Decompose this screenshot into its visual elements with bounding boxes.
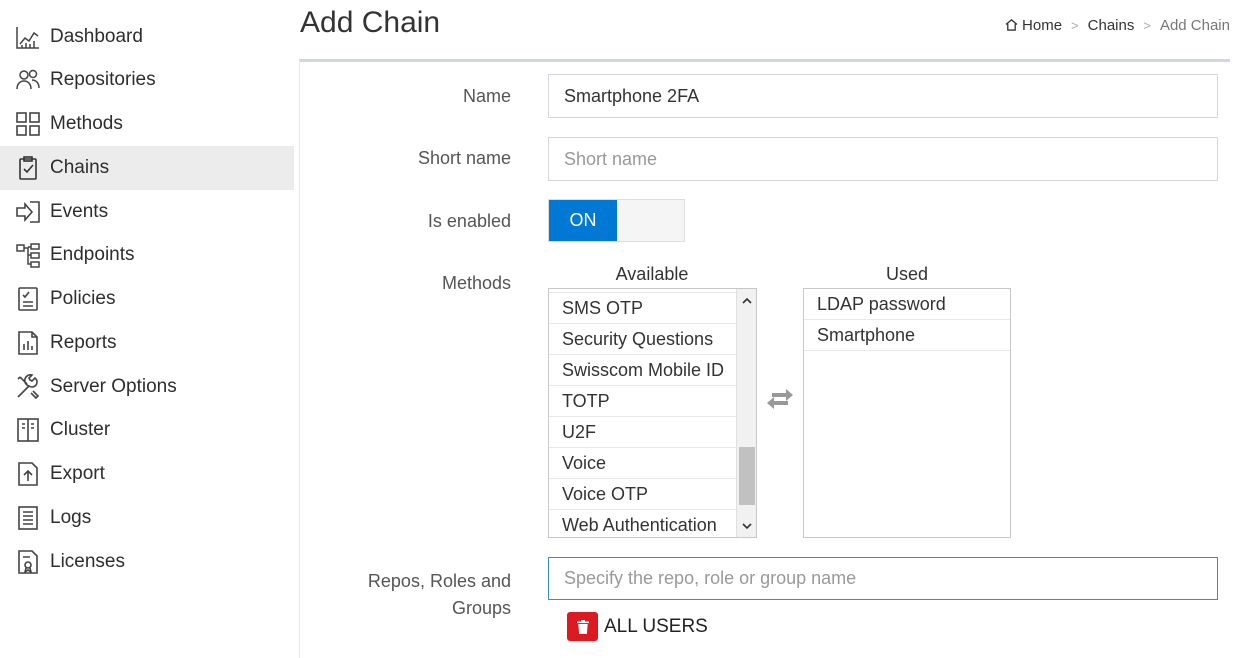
repos-roles-groups-label: Repos, Roles and Groups (301, 568, 511, 622)
checklist-icon (14, 285, 42, 313)
export-icon (14, 460, 42, 488)
list-item[interactable]: Web Authentication (549, 510, 737, 537)
short-name-label: Short name (417, 148, 511, 168)
sidebar-item-label: Chains (50, 157, 110, 178)
scroll-up-icon[interactable] (737, 291, 756, 309)
available-methods-list[interactable]: SMS OTP Security Questions Swisscom Mobi… (548, 288, 757, 538)
page-title: Add Chain (300, 6, 441, 39)
license-icon (14, 548, 42, 576)
sidebar-item-repositories[interactable]: Repositories (0, 58, 294, 102)
sidebar-item-label: Endpoints (50, 244, 135, 265)
sidebar-item-label: Export (50, 463, 105, 484)
sidebar-item-label: Events (50, 201, 109, 222)
name-input[interactable] (548, 74, 1218, 118)
sidebar-item-chains[interactable]: Chains (0, 146, 294, 190)
sidebar-item-reports[interactable]: Reports (0, 321, 294, 365)
tag-label: ALL USERS (604, 615, 708, 637)
is-enabled-label: Is enabled (427, 211, 511, 231)
list-item[interactable]: Swisscom Mobile ID (549, 355, 737, 386)
sidebar-item-label: Server Options (50, 376, 177, 397)
is-enabled-toggle[interactable]: ON (548, 199, 685, 242)
report-icon (14, 329, 42, 357)
name-label: Name (462, 86, 511, 106)
sidebar: Dashboard Repositories Methods Chains Ev… (0, 0, 294, 658)
breadcrumb-home-label: Home (1022, 17, 1063, 34)
delete-tag-button[interactable] (567, 612, 598, 641)
clipboard-check-icon (14, 154, 42, 182)
sidebar-item-label: Policies (50, 288, 116, 309)
breadcrumb-current: Add Chain (1159, 17, 1230, 34)
breadcrumb-separator: > (1143, 18, 1151, 33)
sidebar-item-policies[interactable]: Policies (0, 277, 294, 321)
sidebar-item-server-options[interactable]: Server Options (0, 365, 294, 409)
breadcrumb-chains[interactable]: Chains (1088, 17, 1135, 34)
toggle-off-half (617, 200, 684, 241)
sidebar-item-export[interactable]: Export (0, 452, 294, 496)
breadcrumb: Home > Chains > Add Chain (1005, 17, 1230, 34)
list-item[interactable]: SMS OTP (549, 293, 737, 324)
list-item[interactable]: Voice OTP (549, 479, 737, 510)
repos-label-line1: Repos, Roles and (367, 571, 511, 591)
available-title: Available (615, 264, 689, 284)
list-item[interactable]: Security Questions (549, 324, 737, 355)
sidebar-item-label: Methods (50, 113, 123, 134)
sidebar-item-logs[interactable]: Logs (0, 496, 294, 540)
sign-in-icon (14, 198, 42, 226)
used-methods-list[interactable]: LDAP password Smartphone (803, 288, 1011, 538)
list-item[interactable]: LDAP password (804, 289, 1010, 320)
list-item[interactable]: Smartphone (804, 320, 1010, 351)
users-icon (14, 66, 42, 94)
selected-tag: ALL USERS (567, 612, 708, 641)
used-title: Used (885, 264, 929, 284)
cluster-icon (14, 416, 42, 444)
list-item[interactable]: TOTP (549, 386, 737, 417)
available-methods-items: SMS OTP Security Questions Swisscom Mobi… (549, 289, 737, 537)
list-item[interactable]: Voice (549, 448, 737, 479)
breadcrumb-separator: > (1071, 18, 1079, 33)
log-icon (14, 504, 42, 532)
toggle-on-state: ON (549, 200, 617, 241)
swap-icon[interactable] (766, 388, 794, 410)
methods-label: Methods (441, 273, 511, 293)
grid-icon (14, 110, 42, 138)
sidebar-item-endpoints[interactable]: Endpoints (0, 233, 294, 277)
sidebar-item-label: Logs (50, 507, 92, 528)
sidebar-item-label: Licenses (50, 551, 125, 572)
scroll-thumb[interactable] (739, 447, 755, 505)
repos-label-line2: Groups (451, 598, 511, 618)
dashboard-icon (14, 23, 42, 51)
repos-search-input[interactable] (548, 557, 1218, 600)
sidebar-item-cluster[interactable]: Cluster (0, 408, 294, 452)
list-item[interactable]: U2F (549, 417, 737, 448)
breadcrumb-home[interactable]: Home (1005, 17, 1062, 34)
sidebar-item-label: Repositories (50, 69, 156, 90)
sidebar-item-label: Reports (50, 332, 117, 353)
sidebar-item-events[interactable]: Events (0, 190, 294, 234)
sidebar-item-label: Dashboard (50, 26, 143, 47)
sidebar-item-label: Cluster (50, 419, 111, 440)
available-scrollbar[interactable] (736, 289, 756, 537)
tools-icon (14, 373, 42, 401)
scroll-down-icon[interactable] (737, 517, 756, 535)
sitemap-icon (14, 241, 42, 269)
trash-icon (576, 619, 589, 634)
sidebar-item-licenses[interactable]: Licenses (0, 540, 294, 584)
sidebar-item-methods[interactable]: Methods (0, 102, 294, 146)
short-name-input[interactable] (548, 137, 1218, 181)
home-icon (1005, 19, 1018, 31)
sidebar-item-dashboard[interactable]: Dashboard (0, 15, 294, 59)
